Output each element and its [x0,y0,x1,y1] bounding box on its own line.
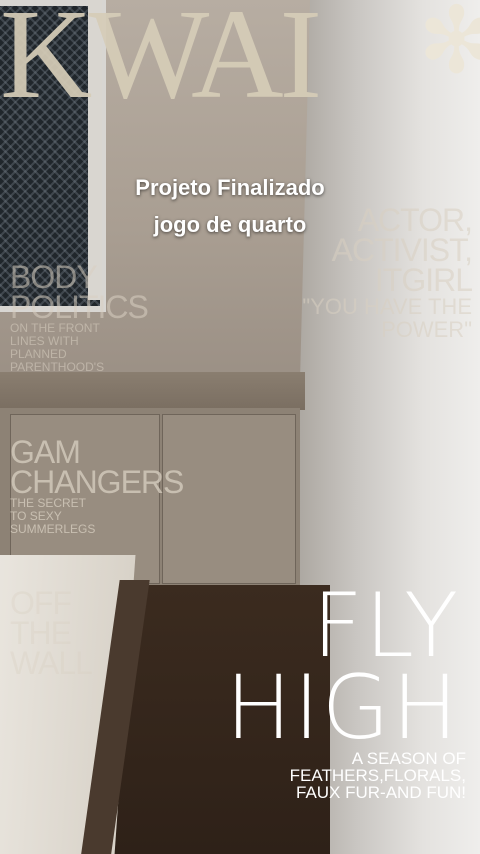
cover-text: BODY [10,259,98,295]
cover-text: POLITICS [10,289,149,325]
feature-line-2: HIGH [225,656,460,759]
cover-line-body-politics: BODY POLITICS ON THE FRONT LINES WITH PL… [10,259,149,374]
masthead: KWAI [0,0,420,120]
cover-line-off-the-wall: OFF THE WALL [10,585,93,681]
feature-sub-line: A SEASON OF [351,749,466,768]
cover-line-gam-changers: GAM CHANGERS THE SECRET TO SEXY SUMMERLE… [10,434,184,536]
feature-sub-line: FEATHERS,FLORALS, [289,766,466,785]
cover-text: "YOU HAVE THE [302,294,472,319]
feature-line-1: FLY [312,574,460,677]
asterisk-icon: ✻ [418,0,480,94]
cover-text: ITGIRL [374,262,473,298]
cover-text: SUMMERLEGS [10,522,96,536]
cover-text: POWER" [381,317,472,342]
cover-text: ACTOR, [357,202,473,238]
feature-headline: FLY HIGH [225,574,461,759]
cover-line-actor: ACTOR, ACTIVIST, ITGIRL "YOU HAVE THE PO… [302,202,473,342]
feature-subtitle: A SEASON OF FEATHERS,FLORALS, FAUX FUR-A… [290,750,466,801]
cover-text: GAM [10,434,81,470]
cover-text: THE [10,615,72,651]
cover-text: CHANGERS [10,464,184,500]
cover-text: WALL [10,645,93,681]
masthead-title: KWAI [0,0,322,125]
caption-line-1: Projeto Finalizado [135,175,325,200]
story-screen: KWAI ✻ Projeto Finalizado jogo de quarto… [0,0,480,854]
feature-sub-line: FAUX FUR-AND FUN! [296,783,466,802]
counter-top [0,372,305,410]
cover-text: ACTIVIST, [331,232,473,268]
cover-text: PARENTHOOD'S [10,360,105,374]
cover-text: OFF [10,585,72,621]
